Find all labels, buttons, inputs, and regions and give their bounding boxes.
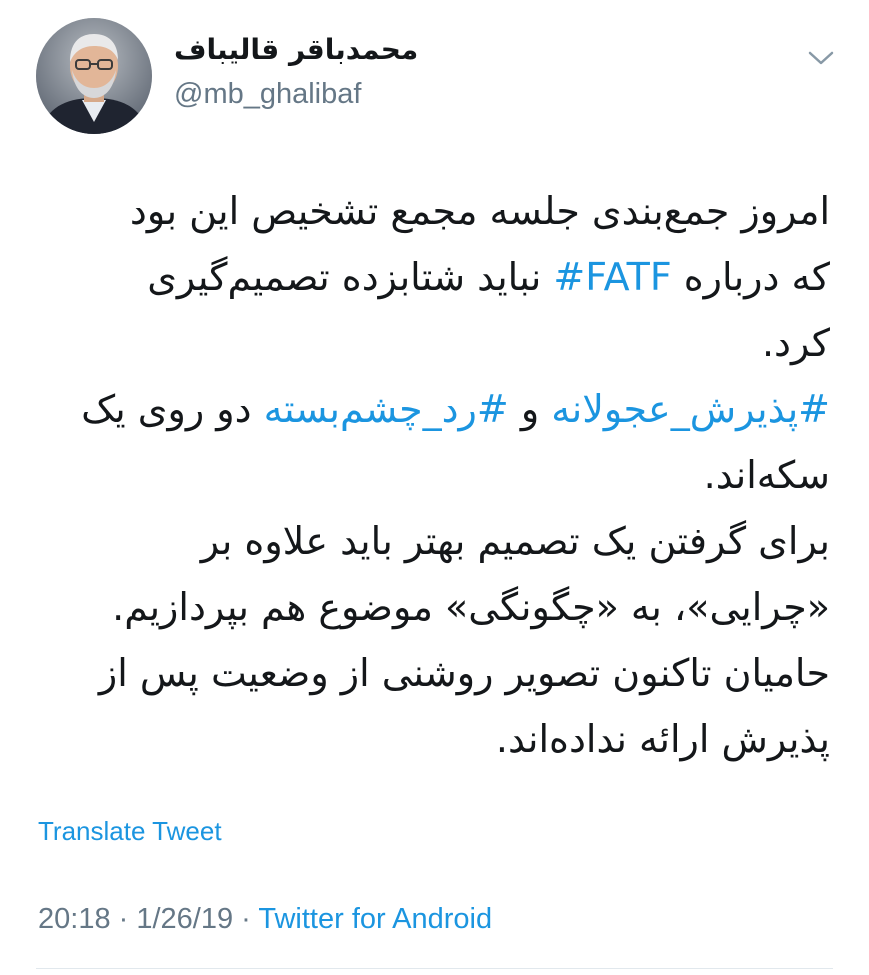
text-segment: که درباره <box>671 255 830 299</box>
chevron-down-icon <box>808 51 834 65</box>
user-handle[interactable]: @mb_ghalibaf <box>174 76 418 112</box>
text-segment: امروز جمع‌بندی جلسه مجمع تشخیص این بود <box>129 189 830 233</box>
text-segment: کرد. <box>761 321 830 365</box>
divider <box>36 968 833 969</box>
tweet-time[interactable]: 20:18 <box>38 903 111 935</box>
text-segment: برای گرفتن یک تصمیم بهتر باید علاوه بر <box>200 519 830 563</box>
user-names: محمدباقر قالیباف @mb_ghalibaf <box>174 32 418 112</box>
tweet-line: سکه‌اند. <box>34 442 830 508</box>
tweet-line: «چرایی»، به «چگونگی» موضوع هم بپردازیم. <box>34 574 830 640</box>
text-segment: سکه‌اند. <box>703 453 830 497</box>
text-segment: «چرایی»، به «چگونگی» موضوع هم بپردازیم. <box>112 585 830 629</box>
tweet-card: محمدباقر قالیباف @mb_ghalibaf امروز جمع‌… <box>0 0 869 975</box>
hashtag-link-blind-rejection[interactable]: #رد_چشم‌بسته <box>264 387 509 431</box>
meta-separator: · <box>233 903 259 935</box>
profile-photo-icon <box>36 18 152 134</box>
tweet-line: کرد. <box>34 310 830 376</box>
tweet-date[interactable]: 1/26/19 <box>136 903 233 935</box>
avatar[interactable] <box>36 18 152 134</box>
display-name[interactable]: محمدباقر قالیباف <box>174 32 418 68</box>
text-segment: پذیرش ارائه نداده‌اند. <box>495 717 830 761</box>
tweet-line: که درباره #FATF نباید شتابزده تصمیم‌گیری <box>34 244 830 310</box>
hashtag-link-hasty-acceptance[interactable]: #پذیرش_عجولانه <box>551 387 830 431</box>
text-segment: نباید شتابزده تصمیم‌گیری <box>147 255 554 299</box>
tweet-line: #پذیرش_عجولانه و #رد_چشم‌بسته دو روی یک <box>34 376 830 442</box>
text-segment: و <box>508 387 552 431</box>
text-segment: حامیان تاکنون تصویر روشنی از وضعیت پس از <box>98 651 830 695</box>
translate-tweet-link[interactable]: Translate Tweet <box>38 814 222 848</box>
tweet-line: پذیرش ارائه نداده‌اند. <box>34 706 830 772</box>
tweet-line: حامیان تاکنون تصویر روشنی از وضعیت پس از <box>34 640 830 706</box>
tweet-source-link[interactable]: Twitter for Android <box>258 903 492 935</box>
tweet-menu-button[interactable] <box>806 48 836 68</box>
tweet-text: امروز جمع‌بندی جلسه مجمع تشخیص این بود ک… <box>34 178 830 772</box>
text-segment: دو روی یک <box>81 387 264 431</box>
tweet-line: امروز جمع‌بندی جلسه مجمع تشخیص این بود <box>34 178 830 244</box>
meta-separator: · <box>110 903 137 935</box>
tweet-header: محمدباقر قالیباف @mb_ghalibaf <box>36 18 836 138</box>
tweet-meta: 20:18 · 1/26/19 · Twitter for Android <box>38 900 492 938</box>
tweet-line: برای گرفتن یک تصمیم بهتر باید علاوه بر <box>34 508 830 574</box>
hashtag-link-fatf[interactable]: #FATF <box>553 255 671 299</box>
